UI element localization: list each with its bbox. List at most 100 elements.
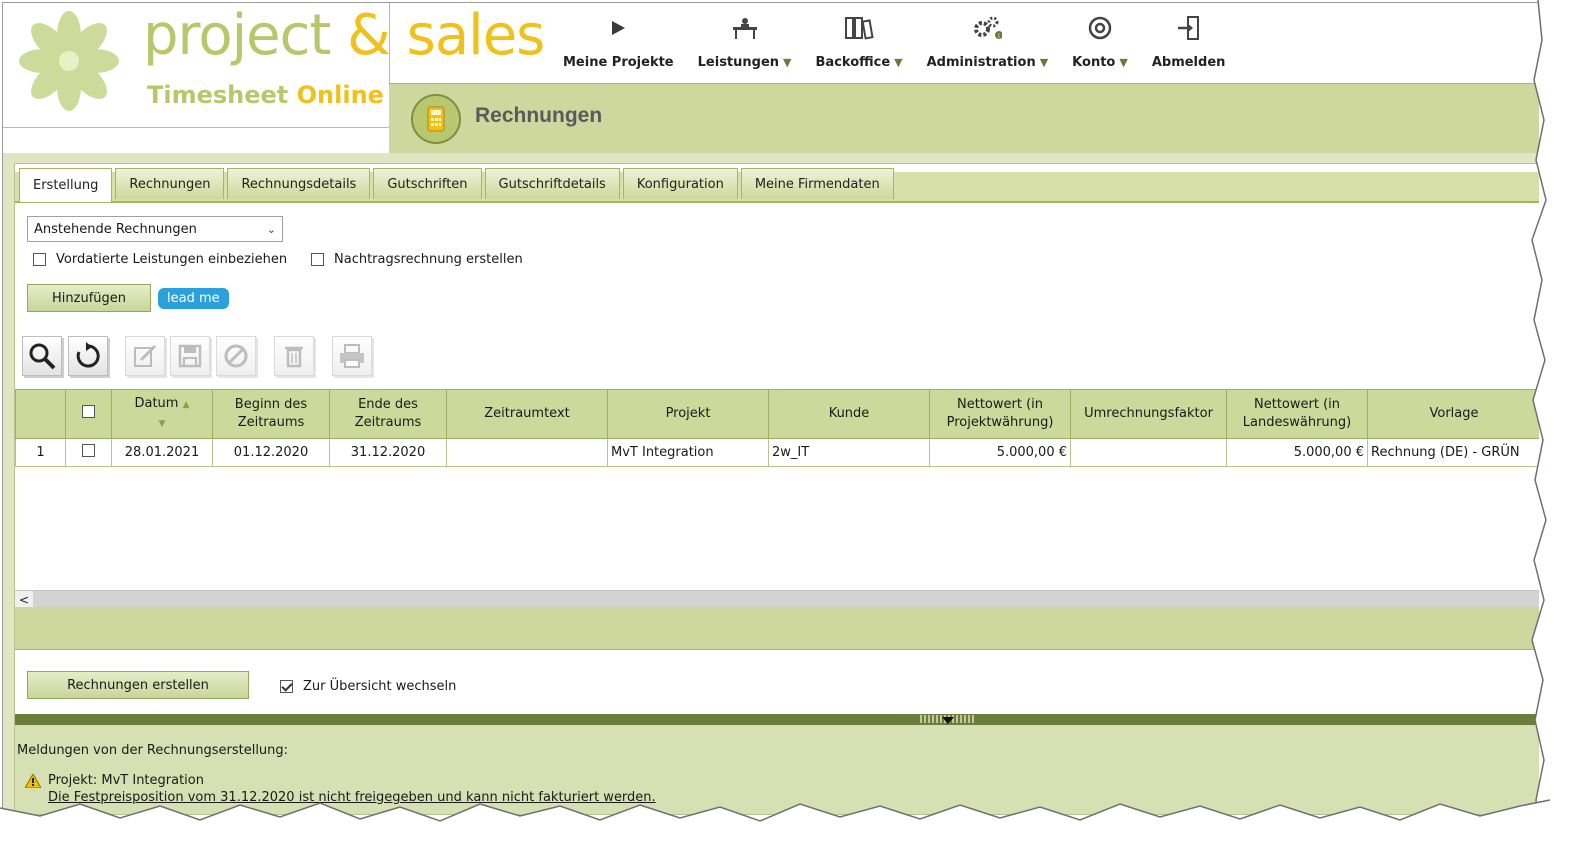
chevron-down-icon: ⌄ (266, 223, 276, 236)
torn-edge-right (1531, 0, 1585, 851)
cell-netto-land: 5.000,00 € (1226, 438, 1368, 467)
tab-rechnungsdetails[interactable]: Rechnungsdetails (227, 168, 371, 199)
nav-label: Backoffice ▼ (815, 55, 903, 70)
horizontal-scrollbar[interactable]: < (15, 590, 1539, 608)
nachtrag-label: Nachtragsrechnung erstellen (334, 252, 523, 267)
delete-button[interactable] (274, 336, 314, 376)
chevron-down-icon: ▼ (783, 56, 792, 69)
cell-projekt: MvT Integration (607, 438, 769, 467)
row-number: 1 (15, 438, 66, 467)
save-button[interactable] (170, 336, 210, 376)
torn-edge-bottom (0, 799, 1585, 851)
search-button[interactable] (22, 336, 62, 376)
cancel-button[interactable] (216, 336, 256, 376)
col-netto-projekt[interactable]: Nettowert (in Projektwährung) (929, 389, 1071, 439)
tab-erstellung[interactable]: Erstellung (19, 168, 113, 202)
checkbox-row-nachtrag: Nachtragsrechnung erstellen (311, 252, 523, 267)
nav-konto[interactable]: Konto ▼ (1060, 11, 1140, 71)
nav-label: Meine Projekte (563, 55, 674, 70)
cell-vorlage: Rechnung (DE) - GRÜN (1367, 438, 1539, 467)
tab-meine-firmendaten[interactable]: Meine Firmendaten (740, 168, 894, 199)
checkbox-row-overview: Zur Übersicht wechseln (280, 679, 456, 694)
cell-ende: 31.12.2020 (329, 438, 447, 467)
nav-leistungen[interactable]: Leistungen ▼ (686, 11, 804, 71)
refresh-button[interactable] (68, 336, 108, 376)
warning-icon (25, 774, 41, 788)
table-row[interactable]: 1 28.01.2021 01.12.2020 31.12.2020 MvT I… (15, 438, 1539, 467)
cell-kunde: 2w_IT (768, 438, 930, 467)
trash-icon (285, 346, 303, 368)
cell-netto-projekt: 5.000,00 € (929, 438, 1071, 467)
col-ende[interactable]: Ende des Zeitraums (329, 389, 447, 439)
gears-icon: i (974, 16, 1003, 40)
flower-logo-icon (19, 11, 119, 111)
col-projekt[interactable]: Projekt (607, 389, 769, 439)
tab-konfiguration[interactable]: Konfiguration (622, 168, 738, 199)
cell-zeitraumtext (446, 438, 608, 467)
row-select-cell[interactable] (65, 438, 112, 467)
search-icon (29, 343, 56, 370)
grid-footer-bar (15, 607, 1539, 650)
col-kunde[interactable]: Kunde (768, 389, 930, 439)
message-project: Projekt: MvT Integration (48, 773, 204, 788)
col-umrechnungsfaktor[interactable]: Umrechnungsfaktor (1070, 389, 1227, 439)
select-all-checkbox[interactable] (82, 404, 95, 418)
vordatiert-label: Vordatierte Leistungen einbeziehen (56, 252, 288, 267)
nav-administration[interactable]: i Administration ▼ (915, 11, 1061, 71)
nav-label: Leistungen ▼ (697, 55, 792, 70)
panel-splitter[interactable] (15, 714, 1539, 725)
brand-subtitle-online: Online (296, 81, 384, 109)
chevron-down-icon: ▼ (1119, 56, 1128, 69)
col-beginn[interactable]: Beginn des Zeitraums (212, 389, 330, 439)
cell-beginn: 01.12.2020 (212, 438, 330, 467)
create-invoices-button[interactable]: Rechnungen erstellen (27, 671, 249, 699)
col-zeitraumtext[interactable]: Zeitraumtext (446, 389, 608, 439)
brand-title: project & sales (143, 3, 546, 68)
brand-title-project: project (143, 3, 331, 68)
nachtrag-checkbox[interactable] (311, 253, 324, 266)
invoice-type-select[interactable]: Anstehende Rechnungen ⌄ (27, 216, 283, 242)
refresh-icon (76, 342, 100, 368)
chevron-down-icon: ▼ (894, 56, 903, 69)
at-sign-icon (1088, 16, 1112, 40)
cancel-icon (224, 344, 248, 368)
edit-button[interactable] (125, 336, 165, 376)
messages-heading: Meldungen von der Rechnungserstellung: (17, 743, 289, 758)
nav-meine-projekte[interactable]: Meine Projekte (551, 11, 686, 71)
splitter-grip-icon[interactable] (920, 715, 976, 724)
nav-label: Administration ▼ (926, 55, 1049, 70)
save-icon (178, 344, 202, 368)
overview-checkbox[interactable] (280, 680, 293, 693)
tab-bar: Erstellung Rechnungen Rechnungsdetails G… (15, 164, 1539, 203)
binders-icon (845, 17, 874, 40)
col-datum[interactable]: Datum ▲ ▼ (111, 389, 213, 439)
nav-abmelden[interactable]: Abmelden (1140, 11, 1238, 71)
page-header: Rechnungen (389, 83, 1539, 155)
print-icon (340, 344, 364, 368)
calculator-icon (411, 94, 461, 144)
checkbox-row-vordatiert: Vordatierte Leistungen einbeziehen (33, 252, 287, 267)
brand-title-sales: sales (406, 3, 546, 68)
tab-gutschriftdetails[interactable]: Gutschriftdetails (484, 168, 620, 199)
col-vorlage[interactable]: Vorlage (1367, 389, 1539, 439)
nav-label: Abmelden (1151, 55, 1226, 70)
tab-rechnungen[interactable]: Rechnungen (115, 168, 225, 199)
overview-label: Zur Übersicht wechseln (303, 679, 457, 694)
tab-gutschriften[interactable]: Gutschriften (373, 168, 482, 199)
play-icon (612, 21, 626, 35)
vordatiert-checkbox[interactable] (33, 253, 46, 266)
print-button[interactable] (332, 336, 372, 376)
scroll-left-icon[interactable]: < (15, 591, 33, 608)
col-netto-land[interactable]: Nettowert (in Landeswährung) (1226, 389, 1368, 439)
cell-faktor (1070, 438, 1227, 467)
add-button[interactable]: Hinzufügen (27, 284, 151, 312)
col-select-all[interactable] (65, 389, 112, 439)
col-rownum (15, 389, 66, 439)
lead-me-button[interactable]: lead me (158, 288, 229, 309)
select-value: Anstehende Rechnungen (34, 221, 197, 237)
chevron-down-icon: ▼ (1039, 56, 1049, 69)
brand-logo[interactable]: project & sales Timesheet Online (3, 3, 545, 128)
invoice-grid: Datum ▲ ▼ Beginn des Zeitraums Ende des Z… (15, 389, 1539, 467)
row-checkbox[interactable] (82, 444, 95, 457)
nav-backoffice[interactable]: Backoffice ▼ (804, 11, 915, 71)
